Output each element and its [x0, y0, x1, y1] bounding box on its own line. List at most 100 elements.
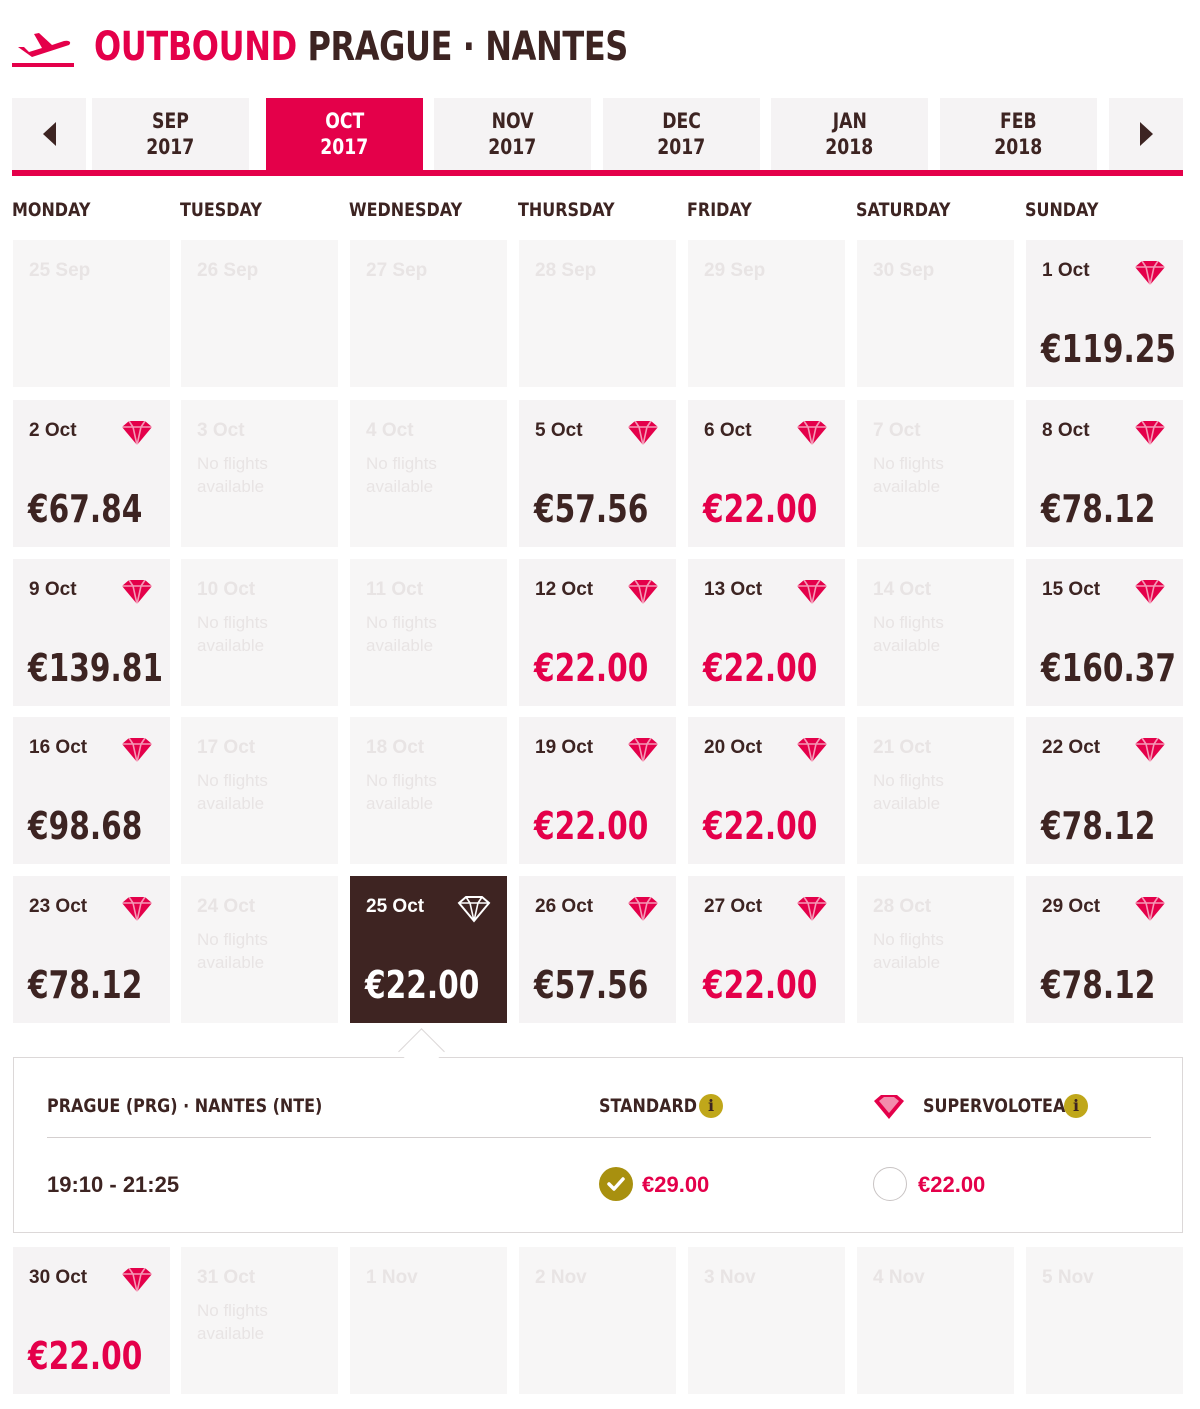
weekday-monday: MONDAY	[12, 199, 91, 221]
no-flights-label: No flights available	[366, 613, 437, 655]
weekday-wednesday: WEDNESDAY	[349, 199, 463, 221]
month-tab-month: DEC	[662, 109, 701, 133]
diamond-gem-icon	[1135, 896, 1165, 922]
diamond-gem-icon	[122, 737, 152, 763]
calendar-day-17-oct: 17 Oct No flights available	[181, 717, 338, 864]
standard-fare-price[interactable]: €29.00	[642, 1172, 709, 1198]
day-date-label: 12 Oct	[535, 579, 594, 600]
calendar-day-29-oct[interactable]: 29 Oct €78.12	[1026, 876, 1183, 1023]
calendar-day-26-oct[interactable]: 26 Oct €57.56	[519, 876, 676, 1023]
month-tab-jan-2018[interactable]: JAN 2018	[771, 98, 928, 170]
month-tab-sep-2017[interactable]: SEP 2017	[92, 98, 249, 170]
month-tab-year: 2017	[320, 135, 369, 159]
flight-route: PRAGUE (PRG) · NANTES (NTE)	[47, 1095, 323, 1117]
diamond-gem-icon	[628, 737, 658, 763]
day-date-label: 3 Nov	[704, 1267, 756, 1288]
day-date-label: 1 Oct	[1042, 260, 1090, 281]
no-flights-label: No flights available	[873, 613, 944, 655]
day-date-label: 13 Oct	[704, 579, 763, 600]
calendar-day-8-oct[interactable]: 8 Oct €78.12	[1026, 400, 1183, 547]
day-price: €78.12	[1041, 804, 1156, 848]
day-date-label: 25 Sep	[29, 260, 91, 281]
next-months-button[interactable]	[1109, 98, 1183, 170]
day-date-label: 4 Nov	[873, 1267, 925, 1288]
calendar-day-9-oct[interactable]: 9 Oct €139.81	[13, 559, 170, 706]
month-tab-nov-2017[interactable]: NOV 2017	[434, 98, 591, 170]
chevron-left-icon	[42, 122, 56, 146]
diamond-gem-icon	[122, 579, 152, 605]
month-tab-dec-2017[interactable]: DEC 2017	[603, 98, 760, 170]
calendar-day-19-oct[interactable]: 19 Oct €22.00	[519, 717, 676, 864]
calendar-day-4-nov: 4 Nov	[857, 1247, 1014, 1394]
page-header: OUTBOUND PRAGUE · NANTES	[12, 22, 761, 72]
calendar-day-16-oct[interactable]: 16 Oct €98.68	[13, 717, 170, 864]
direction-label: OUTBOUND	[94, 24, 297, 70]
calendar-day-29-sep: 29 Sep	[688, 240, 845, 387]
flight-calendar-page: OUTBOUND PRAGUE · NANTES SEP 2017 OCT 2017 N…	[0, 0, 1200, 1409]
month-tab-feb-2018[interactable]: FEB 2018	[940, 98, 1097, 170]
chevron-right-icon	[1139, 122, 1153, 146]
month-tab-year: 2018	[994, 135, 1043, 159]
month-tab-month: NOV	[491, 109, 534, 133]
no-flights-label: No flights available	[197, 930, 268, 972]
day-price: €22.00	[703, 487, 818, 531]
calendar-day-6-oct[interactable]: 6 Oct €22.00	[688, 400, 845, 547]
detail-divider	[47, 1137, 1151, 1138]
weekday-saturday: SATURDAY	[856, 199, 951, 221]
day-date-label: 4 Oct	[366, 420, 414, 441]
calendar-day-12-oct[interactable]: 12 Oct €22.00	[519, 559, 676, 706]
day-price: €78.12	[1041, 487, 1156, 531]
diamond-gem-icon	[797, 737, 827, 763]
month-tab-year: 2018	[825, 135, 874, 159]
day-price: €22.00	[365, 963, 480, 1007]
day-date-label: 17 Oct	[197, 737, 256, 758]
calendar-day-20-oct[interactable]: 20 Oct €22.00	[688, 717, 845, 864]
weekday-thursday: THURSDAY	[518, 199, 615, 221]
calendar-day-1-oct[interactable]: 1 Oct €119.25	[1026, 240, 1183, 387]
day-price: €57.56	[534, 963, 649, 1007]
day-date-label: 5 Oct	[535, 420, 583, 441]
plane-takeoff-icon	[12, 33, 74, 67]
diamond-gem-icon	[628, 420, 658, 446]
supervolotea-fare-radio[interactable]	[873, 1167, 907, 1201]
no-flights-label: No flights available	[366, 454, 437, 496]
supervolotea-fare-price[interactable]: €22.00	[918, 1172, 985, 1198]
calendar-day-15-oct[interactable]: 15 Oct €160.37	[1026, 559, 1183, 706]
calendar-day-13-oct[interactable]: 13 Oct €22.00	[688, 559, 845, 706]
previous-months-button[interactable]	[12, 98, 86, 170]
no-flights-label: No flights available	[873, 771, 944, 813]
day-date-label: 16 Oct	[29, 737, 88, 758]
calendar-day-14-oct: 14 Oct No flights available	[857, 559, 1014, 706]
day-price: €67.84	[28, 487, 143, 531]
weekday-friday: FRIDAY	[687, 199, 752, 221]
standard-info-icon[interactable]: i	[699, 1094, 723, 1118]
day-date-label: 6 Oct	[704, 420, 752, 441]
standard-fare-radio[interactable]	[599, 1167, 633, 1201]
route-label: PRAGUE · NANTES	[307, 24, 628, 70]
calendar-day-31-oct: 31 Oct No flights available	[181, 1247, 338, 1394]
day-date-label: 26 Sep	[197, 260, 259, 281]
no-flights-label: No flights available	[197, 454, 268, 496]
calendar-day-25-oct[interactable]: 25 Oct €22.00	[350, 876, 507, 1023]
day-price: €139.81	[28, 646, 164, 690]
diamond-gem-icon	[628, 579, 658, 605]
calendar-day-23-oct[interactable]: 23 Oct €78.12	[13, 876, 170, 1023]
month-bar-underline	[12, 170, 1183, 176]
month-tab-year: 2017	[488, 135, 537, 159]
calendar-day-2-oct[interactable]: 2 Oct €67.84	[13, 400, 170, 547]
calendar-day-27-oct[interactable]: 27 Oct €22.00	[688, 876, 845, 1023]
day-date-label: 14 Oct	[873, 579, 932, 600]
calendar-day-30-oct[interactable]: 30 Oct €22.00	[13, 1247, 170, 1394]
no-flights-label: No flights available	[873, 930, 944, 972]
day-date-label: 28 Sep	[535, 260, 597, 281]
calendar-day-5-oct[interactable]: 5 Oct €57.56	[519, 400, 676, 547]
day-price: €78.12	[28, 963, 143, 1007]
supervolotea-info-icon[interactable]: i	[1064, 1094, 1088, 1118]
calendar-day-30-sep: 30 Sep	[857, 240, 1014, 387]
month-tab-month: OCT	[324, 109, 365, 133]
calendar-day-10-oct: 10 Oct No flights available	[181, 559, 338, 706]
day-date-label: 3 Oct	[197, 420, 245, 441]
month-tab-month: JAN	[832, 109, 867, 133]
calendar-day-22-oct[interactable]: 22 Oct €78.12	[1026, 717, 1183, 864]
month-tab-oct-2017[interactable]: OCT 2017	[266, 98, 423, 170]
